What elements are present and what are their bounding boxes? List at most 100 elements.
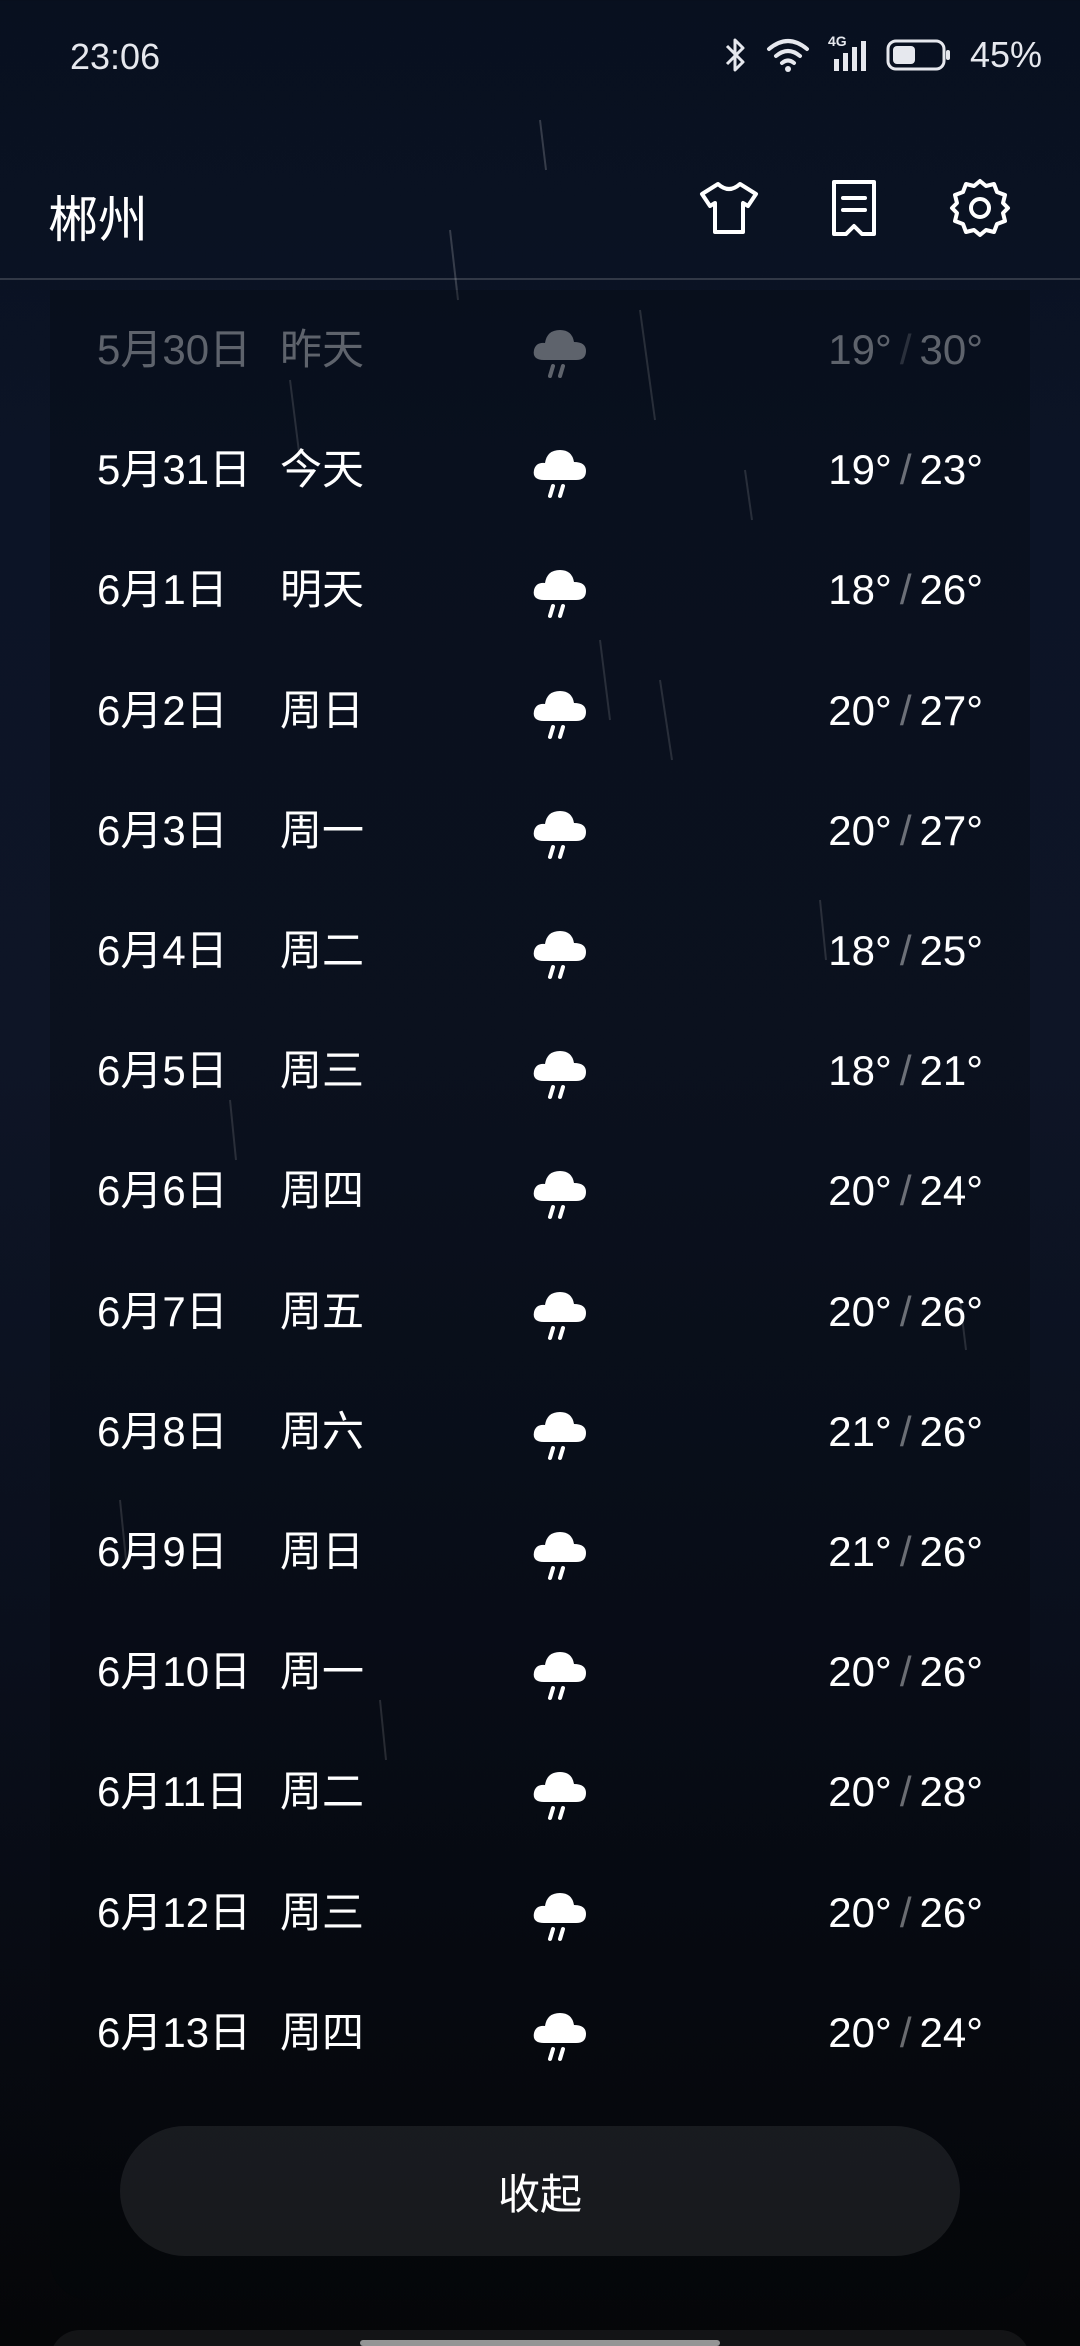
temp-low: 18° [828, 927, 892, 974]
temp-high: 26° [919, 1407, 983, 1455]
forecast-date: 6月6日 [97, 1167, 228, 1215]
forecast-row[interactable]: 5月31日 今天 19°/23° [50, 410, 1030, 530]
forecast-temps: 20°/26° [828, 1612, 983, 1732]
forecast-temps: 20°/24° [828, 1131, 983, 1251]
forecast-row[interactable]: 6月7日 周五 20°/26° [50, 1252, 1030, 1372]
forecast-day: 周一 [280, 1648, 365, 1696]
rain-cloud-icon [528, 1402, 592, 1466]
forecast-temps: 18°/21° [828, 1011, 983, 1131]
status-icons: 4G 45% [724, 33, 1042, 76]
header: 郴州 [0, 150, 1080, 280]
forecast-day: 今天 [280, 446, 365, 494]
temp-high: 26° [919, 1888, 983, 1936]
forecast-temps: 20°/26° [828, 1252, 983, 1372]
forecast-date: 6月11日 [97, 1768, 248, 1816]
rain-cloud-icon [528, 801, 592, 865]
signal-icon: 4G [828, 33, 868, 73]
temp-low: 20° [828, 1888, 892, 1936]
temp-separator: / [899, 806, 912, 854]
forecast-temps: 20°/28° [828, 1732, 983, 1852]
temp-separator: / [899, 566, 912, 614]
clothing-icon[interactable] [697, 176, 761, 240]
city-name[interactable]: 郴州 [48, 180, 148, 252]
forecast-row[interactable]: 6月6日 周四 20°/24° [50, 1131, 1030, 1251]
forecast-temps: 20°/24° [828, 1973, 983, 2093]
temp-high: 26° [919, 1648, 983, 1696]
forecast-row[interactable]: 6月11日 周二 20°/28° [50, 1732, 1030, 1852]
temp-high: 26° [919, 1287, 983, 1335]
forecast-temps: 20°/27° [828, 771, 983, 891]
report-icon[interactable] [822, 176, 886, 240]
forecast-day: 周日 [280, 1528, 365, 1575]
forecast-date: 6月7日 [97, 1287, 228, 1335]
rain-cloud-icon [528, 1282, 592, 1346]
temp-low: 20° [828, 686, 892, 734]
rain-cloud-icon [528, 1642, 592, 1706]
forecast-row[interactable]: 6月5日 周三 18°/21° [50, 1011, 1030, 1131]
forecast-day: 周五 [280, 1287, 365, 1335]
temp-low: 20° [828, 2008, 892, 2056]
temp-low: 20° [828, 1648, 892, 1696]
forecast-row[interactable]: 6月13日 周四 20°/24° [50, 1973, 1030, 2093]
temp-separator: / [899, 326, 912, 373]
settings-icon[interactable] [948, 176, 1012, 240]
temp-low: 19° [828, 326, 892, 373]
forecast-date: 5月31日 [97, 446, 252, 494]
forecast-row[interactable]: 6月4日 周二 18°/25° [50, 891, 1030, 1011]
forecast-row[interactable]: 5月30日 昨天 19°/30° [50, 290, 1030, 410]
temp-low: 21° [828, 1407, 892, 1455]
rain-cloud-icon [528, 921, 592, 985]
forecast-day: 周日 [280, 686, 365, 734]
forecast-day: 昨天 [280, 326, 365, 373]
temp-high: 26° [919, 566, 983, 614]
forecast-row[interactable]: 6月9日 周日 21°/26° [50, 1492, 1030, 1612]
forecast-date: 6月8日 [97, 1407, 228, 1455]
temp-separator: / [899, 1528, 912, 1575]
forecast-row[interactable]: 6月1日 明天 18°/26° [50, 530, 1030, 650]
forecast-row[interactable]: 6月12日 周三 20°/26° [50, 1853, 1030, 1973]
forecast-day: 周六 [280, 1407, 365, 1455]
rain-cloud-icon [528, 320, 592, 384]
rain-cloud-icon [528, 440, 592, 504]
rain-cloud-icon [528, 1161, 592, 1225]
forecast-temps: 21°/26° [828, 1492, 983, 1612]
temp-separator: / [899, 686, 912, 734]
forecast-temps: 20°/27° [828, 651, 983, 771]
temp-separator: / [899, 1768, 912, 1816]
forecast-row[interactable]: 6月2日 周日 20°/27° [50, 651, 1030, 771]
temp-separator: / [899, 927, 912, 974]
forecast-day: 周二 [280, 927, 365, 974]
temp-separator: / [899, 1167, 912, 1215]
temp-high: 27° [919, 686, 983, 734]
forecast-card: 5月30日 昨天 19°/30° 5月31日 今天 19°/23° 6月1日 明天 18°/26… [50, 290, 1030, 2300]
home-indicator[interactable] [360, 2340, 720, 2346]
collapse-button[interactable]: 收起 [120, 2126, 960, 2256]
battery-icon [886, 38, 952, 72]
temp-separator: / [899, 1287, 912, 1335]
forecast-row[interactable]: 6月3日 周一 20°/27° [50, 771, 1030, 891]
temp-high: 24° [919, 2008, 983, 2056]
forecast-temps: 19°/30° [828, 290, 983, 410]
forecast-day: 周三 [280, 1888, 365, 1936]
forecast-date: 6月3日 [97, 806, 228, 854]
temp-separator: / [899, 446, 912, 494]
forecast-date: 6月13日 [97, 2008, 252, 2056]
rain-cloud-icon [528, 1883, 592, 1947]
forecast-date: 6月12日 [97, 1888, 252, 1936]
forecast-temps: 21°/26° [828, 1372, 983, 1492]
temp-high: 24° [919, 1167, 983, 1215]
rain-cloud-icon [528, 681, 592, 745]
forecast-row[interactable]: 6月10日 周一 20°/26° [50, 1612, 1030, 1732]
battery-percentage: 45% [969, 34, 1042, 75]
temp-low: 21° [828, 1528, 892, 1575]
forecast-day: 周四 [280, 1167, 365, 1215]
forecast-day: 周二 [280, 1768, 365, 1816]
temp-low: 20° [828, 1768, 892, 1816]
temp-high: 26° [919, 1528, 983, 1575]
wifi-icon [766, 37, 810, 73]
forecast-row[interactable]: 6月8日 周六 21°/26° [50, 1372, 1030, 1492]
bluetooth-icon [724, 36, 748, 74]
temp-high: 27° [919, 806, 983, 854]
forecast-date: 6月10日 [97, 1648, 252, 1696]
rain-cloud-icon [528, 2003, 592, 2067]
